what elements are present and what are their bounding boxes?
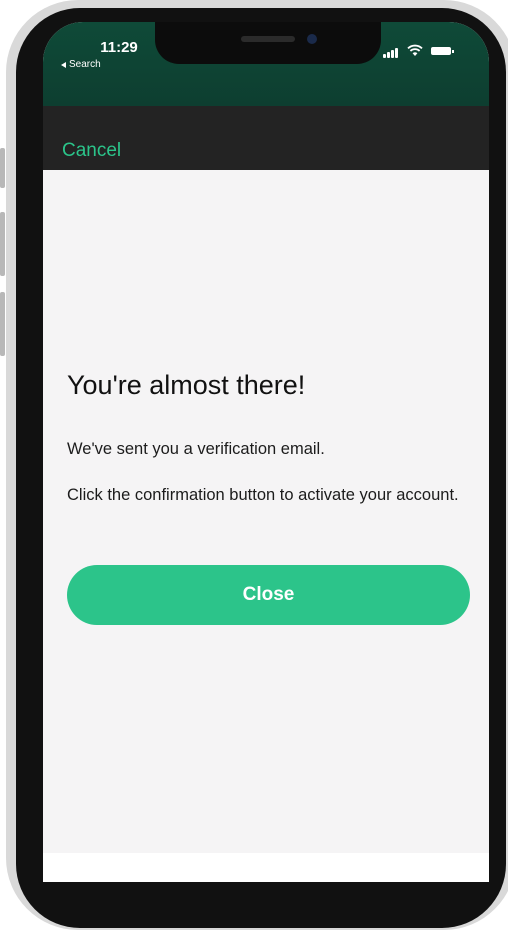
battery-icon <box>431 47 451 55</box>
close-button[interactable]: Close <box>67 565 470 625</box>
back-arrow-icon <box>61 61 66 68</box>
notch <box>155 22 381 64</box>
mute-switch <box>0 148 5 188</box>
verification-content: You're almost there! We've sent you a ve… <box>43 170 489 882</box>
confirmation-instruction-text: Click the confirmation button to activat… <box>67 486 459 504</box>
volume-down-button <box>0 292 5 356</box>
status-icons <box>383 44 473 58</box>
cancel-button[interactable]: Cancel <box>62 140 121 162</box>
battery-tip <box>452 50 454 53</box>
page-title: You're almost there! <box>67 370 306 400</box>
verification-sent-text: We've sent you a verification email. <box>67 440 325 458</box>
signal-icon <box>383 48 398 58</box>
phone-screen: 11:29 Search Cancel You're almost there!… <box>43 22 489 882</box>
status-bar: 11:29 Search <box>43 22 489 106</box>
camera-icon <box>307 34 317 44</box>
wifi-icon <box>407 44 423 56</box>
back-to-search-link[interactable]: Search <box>61 59 101 70</box>
volume-up-button <box>0 212 5 276</box>
back-to-search-label: Search <box>69 59 101 70</box>
bottom-area <box>43 853 489 882</box>
speaker-grille <box>241 36 295 42</box>
navigation-bar: Cancel <box>43 106 489 170</box>
status-time: 11:29 <box>100 39 138 56</box>
